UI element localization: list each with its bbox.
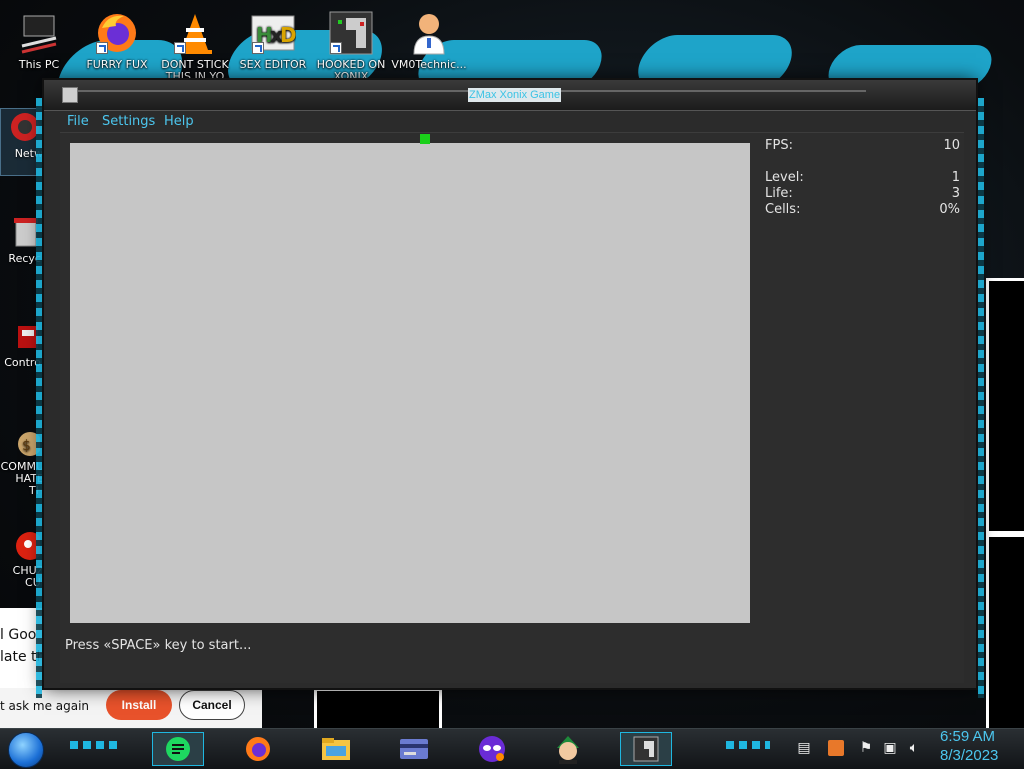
skin-decor-panel [986,534,1024,734]
xonix-window-icon[interactable] [62,87,78,103]
shortcut-arrow-icon [252,42,264,54]
desktop-icon-sex-editor[interactable]: HxD SEX EDITOR [234,10,312,71]
stat-label: FPS: [765,138,793,153]
svg-text:$: $ [22,438,31,454]
taskbar-notes-app[interactable] [152,732,204,766]
card-app-icon [400,739,428,759]
install-button[interactable]: Install [106,690,172,720]
taskbar-mask-app[interactable] [466,732,518,766]
anime-avatar-icon [557,736,579,764]
app-tray-icon[interactable] [828,740,844,756]
stat-life: Life: 3 [765,186,960,202]
xonix-icon [633,736,659,762]
file-explorer-icon [322,738,350,760]
desktop-icon-this-pc[interactable]: This PC [0,10,78,71]
pc-icon [16,10,62,56]
flag-icon[interactable]: ⚑ [858,740,874,756]
menu-help[interactable]: Help [164,114,194,129]
skin-decor-panel [314,688,442,731]
window-titlebar[interactable]: ZMax Xonix Game [44,80,976,111]
firefox-icon [246,737,270,761]
chevron-icon[interactable]: ▤ [796,740,812,756]
stat-cells: Cells: 0% [765,202,960,218]
mask-app-icon [479,736,505,762]
game-playfield[interactable] [70,134,750,623]
taskbar-anime-avatar[interactable] [542,732,594,766]
desktop-icon-label: This PC [18,58,60,71]
menu-settings[interactable]: Settings [102,114,155,129]
stat-label: Cells: [765,202,801,217]
desktop-icon-furry-fux[interactable]: FURRY FUX [78,10,156,71]
control-panel-icon [4,318,40,354]
skin-rail [726,741,770,749]
xonix-icon [328,10,374,56]
menu-bar: File Settings Help [60,111,964,131]
volume-icon[interactable]: 🔈︎ [906,740,922,756]
taskbar: ▤ ⚑ ▣ 🔈︎ [0,728,1024,769]
desktop-icon-label: HOOKED ON XONIX [316,58,386,83]
game-client-area: FPS: 10 Level: 1 Life: 3 Cells: 0% Press… [60,132,964,683]
shortcut-arrow-icon [330,42,342,54]
stat-fps: FPS: 10 [765,138,960,154]
desktop-icon-label: SEX EDITOR [239,58,307,71]
red-creature-icon [4,526,44,562]
desktop-icon-vm0technic[interactable]: VM0Technic... [390,10,468,71]
menu-file[interactable]: File [67,114,89,129]
stat-level: Level: 1 [765,170,960,186]
stat-value: 1 [951,170,960,185]
money-bag-icon: $ [4,422,42,458]
stat-spacer [765,154,960,170]
skin-decor-panel [986,278,1024,534]
desktop-icon-vlc[interactable]: DONT STICK THIS IN YO [156,10,234,82]
desktop-icon-label: VM0Technic... [391,58,467,71]
stats-panel: FPS: 10 Level: 1 Life: 3 Cells: 0% [765,138,960,218]
desktop-icon-hooked-on-xonix[interactable]: HOOKED ON XONIX [312,10,390,82]
shortcut-arrow-icon [96,42,108,54]
game-window: ZMax Xonix Game File Settings Help FPS: … [36,80,984,698]
doctor-icon [406,10,452,56]
status-message: Press «SPACE» key to start... [65,638,252,653]
stat-value: 3 [951,186,960,201]
notes-app-icon [166,737,190,761]
stat-label: Life: [765,186,793,201]
taskbar-xonix[interactable] [620,732,672,766]
recycle-bin-icon [4,214,40,250]
stat-value: 10 [943,138,960,153]
player-cursor [420,134,430,144]
skin-rail-right [978,98,984,698]
desktop-icon-label: DONT STICK THIS IN YO [161,58,229,83]
desktop-icon-label: FURRY FUX [86,58,148,71]
clock-time[interactable]: 6:59 AM [940,728,995,745]
taskbar-card-app[interactable] [388,732,440,766]
window-title: ZMax Xonix Game [468,88,562,102]
stat-value: 0% [939,202,960,217]
taskbar-firefox[interactable] [232,732,284,766]
stat-label: Level: [765,170,804,185]
taskbar-file-explorer[interactable] [310,732,362,766]
skin-rail-left [36,98,42,698]
clock-date[interactable]: 8/3/2023 [940,747,998,764]
cancel-button[interactable]: Cancel [179,690,245,720]
skin-rail [70,741,118,749]
network-icon[interactable]: ▣ [882,740,898,756]
dont-ask-again-link[interactable]: t ask me again [0,699,89,713]
hxd-editor-icon: HxD [250,10,297,56]
vlc-cone-icon [172,10,218,56]
shortcut-arrow-icon [174,42,186,54]
start-button[interactable] [8,732,44,768]
svg-text:D: D [280,23,296,47]
firefox-icon [94,10,140,56]
